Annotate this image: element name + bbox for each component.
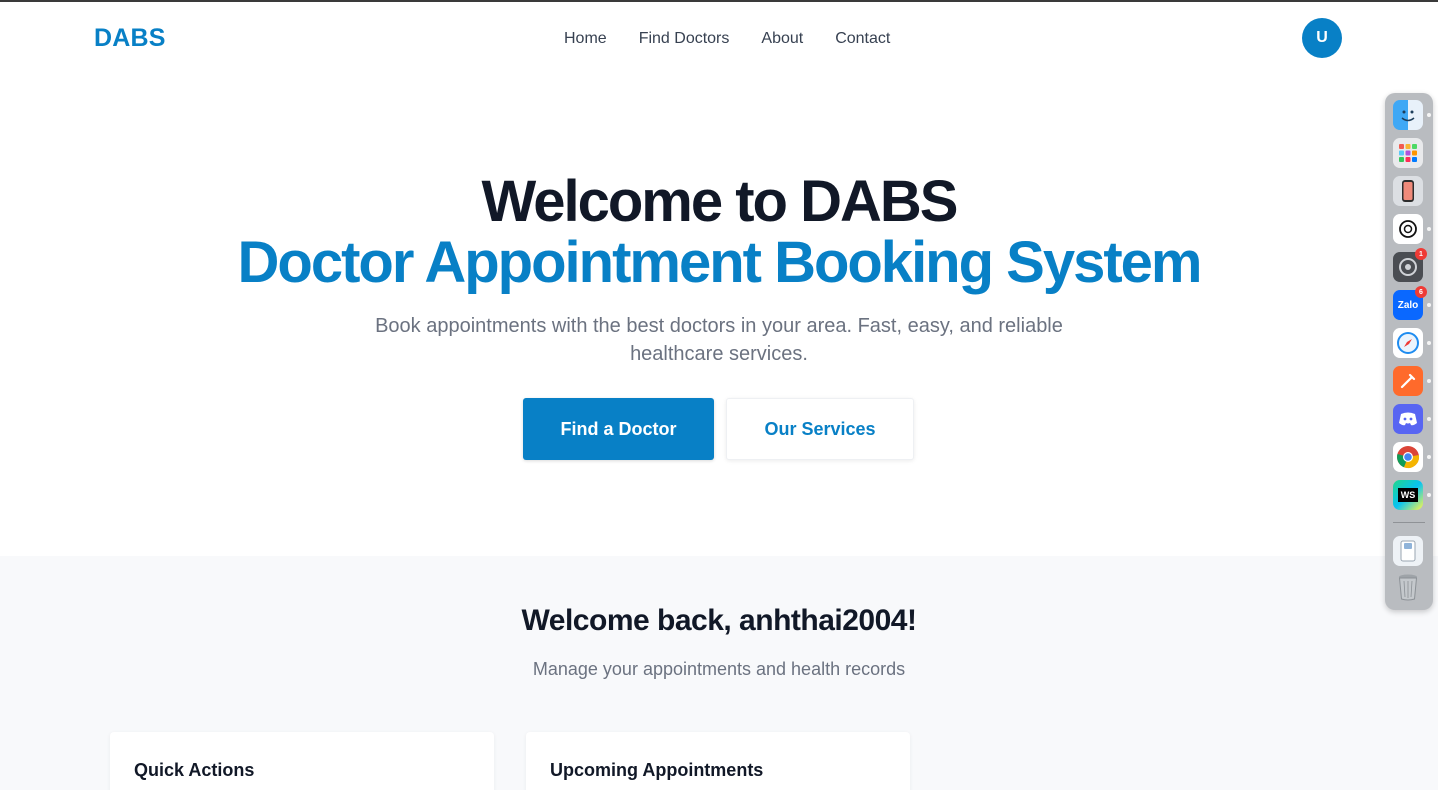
our-services-button[interactable]: Our Services [726,398,914,460]
safari-icon[interactable] [1393,328,1423,358]
notification-badge: 1 [1415,248,1427,260]
dock-running-indicator [1427,303,1431,307]
welcome-back-heading: Welcome back, anhthai2004! [521,604,917,637]
macos-dock: 1 Zalo 6 WS [1385,93,1433,610]
quick-actions-title: Quick Actions [134,760,255,780]
nav-link-contact[interactable]: Contact [835,30,890,48]
downloads-folder-icon[interactable] [1393,536,1423,566]
postman-icon[interactable] [1393,366,1423,396]
nav-link-home[interactable]: Home [564,30,607,48]
zalo-icon[interactable]: Zalo 6 [1393,286,1427,320]
discord-icon[interactable] [1393,404,1423,434]
hero-subtitle: Book appointments with the best doctors … [375,315,1063,365]
dashboard-subtitle: Manage your appointments and health reco… [532,659,906,679]
dock-running-indicator [1427,379,1431,383]
site-logo[interactable]: DABS [94,24,166,53]
webstorm-label: WS [1397,488,1419,502]
dock-running-indicator [1427,341,1431,345]
nav-link-about[interactable]: About [761,30,803,48]
hero-section: Welcome to DABS Doctor Appointment Booki… [0,76,1438,556]
dock-running-indicator [1427,113,1431,117]
quick-actions-card: Quick Actions [110,732,494,790]
chrome-icon[interactable] [1393,442,1423,472]
hero-title-highlight: Doctor Appointment Booking System [237,230,1203,295]
dock-running-indicator [1427,455,1431,459]
chatgpt-icon[interactable] [1393,214,1423,244]
navbar: DABS Home Find Doctors About Contact U [0,2,1438,76]
trash-icon[interactable] [1393,572,1423,602]
dock-running-indicator [1427,417,1431,421]
user-avatar[interactable]: U [1302,18,1342,58]
system-settings-icon[interactable]: 1 [1393,248,1427,282]
webstorm-icon[interactable]: WS [1393,480,1423,510]
nav-link-find-doctors[interactable]: Find Doctors [639,30,730,48]
find-doctor-button[interactable]: Find a Doctor [523,398,714,460]
main-menu: Home Find Doctors About Contact [564,30,890,48]
upcoming-appointments-title: Upcoming Appointments [550,760,764,780]
dock-separator [1393,522,1425,523]
iphone-mirroring-icon[interactable] [1393,176,1423,206]
app-window: DABS Home Find Doctors About Contact U W… [0,0,1438,790]
dashboard-section: Welcome back, anhthai2004! Manage your a… [0,556,1438,790]
dock-running-indicator [1427,493,1431,497]
notification-badge: 6 [1415,286,1427,298]
hero-title: Welcome to DABS [481,169,959,234]
zalo-label: Zalo [1397,299,1419,311]
upcoming-appointments-card: Upcoming Appointments [526,732,910,790]
launchpad-icon[interactable] [1393,138,1423,168]
finder-icon[interactable] [1393,100,1423,130]
dock-running-indicator [1427,227,1431,231]
